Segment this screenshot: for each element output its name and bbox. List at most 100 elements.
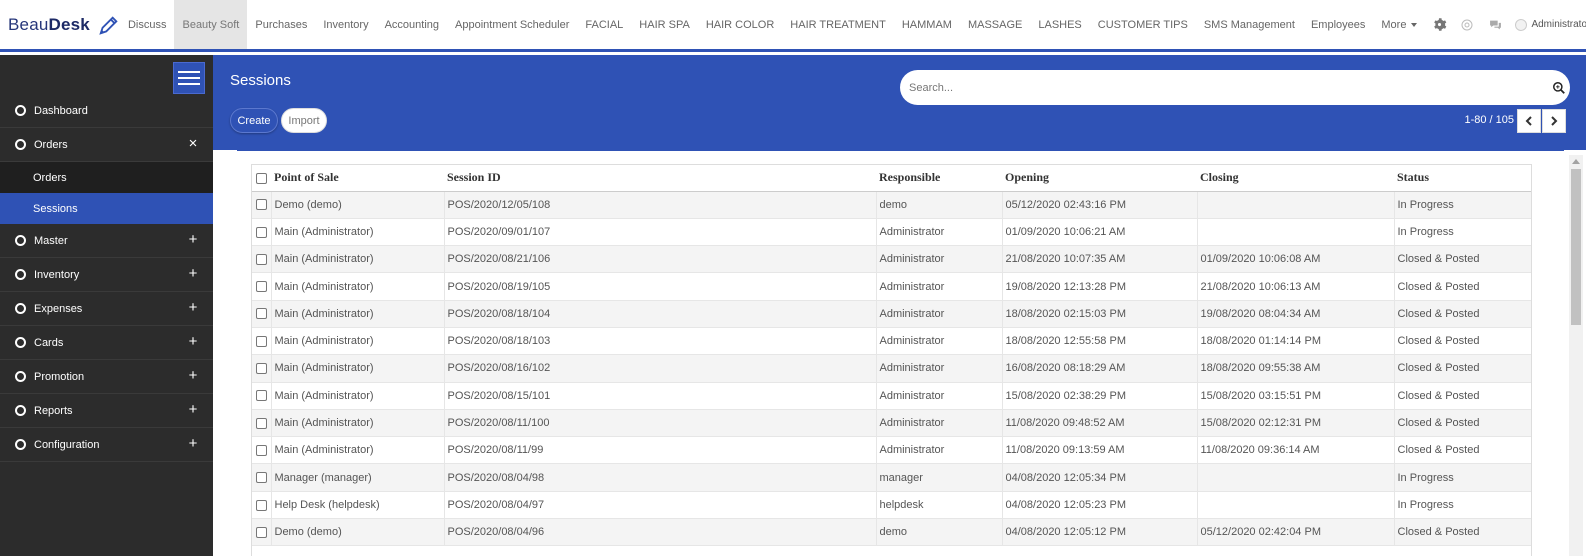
gear-icon[interactable] <box>1425 11 1453 39</box>
sidebar-subitem-orders[interactable]: Orders <box>0 162 213 193</box>
menu-item-facial[interactable]: FACIAL <box>577 0 631 49</box>
table-cell: POS/2020/08/18/104 <box>444 300 877 328</box>
collapse-close-icon[interactable]: × <box>186 136 200 151</box>
chat-icon[interactable] <box>1481 11 1509 39</box>
menu-item-lashes[interactable]: LASHES <box>1030 0 1089 49</box>
menu-item-customer-tips[interactable]: CUSTOMER TIPS <box>1090 0 1196 49</box>
sidebar-subitem-sessions[interactable]: Sessions <box>0 193 213 224</box>
menu-item-beauty-soft[interactable]: Beauty Soft <box>174 0 248 49</box>
row-checkbox[interactable] <box>256 335 267 347</box>
table-row[interactable]: Main (Administrator) POS/2020/08/18/104 Ad… <box>251 300 1531 328</box>
row-checkbox[interactable] <box>256 281 267 293</box>
table-row[interactable]: Main (Administrator) POS/2020/08/11/99 Adm… <box>251 436 1531 465</box>
expand-plus-icon[interactable]: + <box>186 436 200 451</box>
menu-item-inventory[interactable]: Inventory <box>315 0 376 49</box>
row-checkbox[interactable] <box>256 253 267 265</box>
sidebar-nav: Dashboard Orders × Orders Sessions Master + Inv… <box>0 94 213 462</box>
user-menu[interactable]: Administrator <box>1509 18 1586 31</box>
table-row[interactable]: Main (Administrator) POS/2020/08/21/106 Ad… <box>251 245 1531 274</box>
menu-item-appointment-scheduler[interactable]: Appointment Scheduler <box>447 0 577 49</box>
sidebar-item-cards[interactable]: Cards + <box>0 326 213 360</box>
avatar <box>1515 18 1528 31</box>
row-checkbox[interactable] <box>256 444 267 456</box>
menu-item-purchases[interactable]: Purchases <box>247 0 315 49</box>
menu-item-hair-spa[interactable]: HAIR SPA <box>631 0 698 49</box>
table-cell: In Progress <box>1394 218 1531 247</box>
scroll-up-arrow[interactable] <box>1572 159 1580 164</box>
table-header-row: Point of Sale Session ID Responsible Ope… <box>251 164 1531 192</box>
row-checkbox[interactable] <box>256 390 267 402</box>
table-cell: Demo (demo) <box>271 518 445 547</box>
table-row[interactable]: Help Desk (helpdesk) POS/2020/08/04/97 hel… <box>251 491 1531 520</box>
table-row[interactable]: Main (Administrator) POS/2020/09/01/107 Ad… <box>251 218 1531 247</box>
row-checkbox[interactable] <box>256 526 267 538</box>
table-cell: helpdesk <box>876 491 1003 520</box>
import-button[interactable]: Import <box>281 108 327 133</box>
scrollbar[interactable] <box>1569 155 1583 556</box>
table-row[interactable]: Manager (manager) POS/2020/08/04/98 manage… <box>251 463 1531 492</box>
sidebar-item-orders[interactable]: Orders × <box>0 128 213 162</box>
row-checkbox[interactable] <box>256 226 267 238</box>
table-row[interactable]: Main (Administrator) POS/2020/08/18/103 Ad… <box>251 327 1531 356</box>
table-row[interactable]: Main (Administrator) POS/2020/08/19/105 Ad… <box>251 272 1531 301</box>
table-cell: Help Desk (helpdesk) <box>271 491 445 520</box>
column-header[interactable]: Closing <box>1197 164 1394 192</box>
menu-item-hair-color[interactable]: HAIR COLOR <box>698 0 782 49</box>
column-header[interactable]: Session ID <box>444 164 876 192</box>
table-row[interactable]: Main (Administrator) POS/2020/08/16/102 Ad… <box>251 354 1531 383</box>
column-header[interactable]: Status <box>1394 164 1531 192</box>
sidebar-item-dashboard[interactable]: Dashboard <box>0 94 213 128</box>
expand-plus-icon[interactable]: + <box>186 266 200 281</box>
menu-more-dropdown[interactable]: More <box>1373 0 1425 49</box>
expand-plus-icon[interactable]: + <box>186 402 200 417</box>
create-button[interactable]: Create <box>230 108 278 133</box>
sidebar-item-promotion[interactable]: Promotion + <box>0 360 213 394</box>
expand-plus-icon[interactable]: + <box>186 232 200 247</box>
table-cell: 04/08/2020 12:05:34 PM <box>1002 463 1198 492</box>
scroll-thumb[interactable] <box>1571 169 1581 325</box>
hamburger-icon[interactable] <box>173 62 205 94</box>
table-cell: 01/09/2020 10:06:08 AM <box>1197 245 1395 274</box>
pager-next-button[interactable] <box>1542 109 1566 133</box>
select-all-checkbox[interactable] <box>256 172 267 184</box>
row-checkbox[interactable] <box>256 499 267 511</box>
menu-item-sms-management[interactable]: SMS Management <box>1196 0 1303 49</box>
table-cell: 18/08/2020 02:15:03 PM <box>1002 300 1198 328</box>
row-checkbox[interactable] <box>256 363 267 375</box>
column-header[interactable]: Point of Sale <box>271 164 444 192</box>
top-menu: Discuss Beauty Soft Purchases Inventory Acco… <box>120 0 1425 49</box>
search-icon[interactable] <box>1552 81 1566 95</box>
expand-plus-icon[interactable]: + <box>186 300 200 315</box>
menu-item-massage[interactable]: MASSAGE <box>960 0 1030 49</box>
sidebar-item-configuration[interactable]: Configuration + <box>0 428 213 462</box>
app-logo[interactable]: BeauDesk <box>0 0 120 49</box>
pager-previous-button[interactable] <box>1517 109 1541 133</box>
table-row[interactable]: Main (Administrator) POS/2020/08/11/100 Ad… <box>251 409 1531 438</box>
menu-item-hair-treatment[interactable]: HAIR TREATMENT <box>782 0 894 49</box>
row-checkbox[interactable] <box>256 308 267 320</box>
table-cell: Main (Administrator) <box>271 272 445 301</box>
table-cell: Closed & Posted <box>1394 518 1531 547</box>
sidebar-item-inventory[interactable]: Inventory + <box>0 258 213 292</box>
expand-plus-icon[interactable]: + <box>186 368 200 383</box>
table-row[interactable]: Demo (demo) POS/2020/08/04/96 demo 04/08/20… <box>251 518 1531 547</box>
at-icon[interactable] <box>1453 11 1481 39</box>
table-row[interactable]: Demo (demo) POS/2020/12/05/108 demo 05/12/2… <box>251 191 1531 219</box>
expand-plus-icon[interactable]: + <box>186 334 200 349</box>
sidebar-item-reports[interactable]: Reports + <box>0 394 213 428</box>
column-header[interactable]: Opening <box>1002 164 1197 192</box>
menu-item-discuss[interactable]: Discuss <box>120 0 175 49</box>
menu-item-accounting[interactable]: Accounting <box>377 0 447 49</box>
table-cell: Closed & Posted <box>1394 245 1531 274</box>
sessions-table: Point of Sale Session ID Responsible Ope… <box>251 164 1531 547</box>
table-row[interactable]: Main (Administrator) POS/2020/08/15/101 Ad… <box>251 382 1531 410</box>
row-checkbox[interactable] <box>256 417 267 429</box>
sidebar-item-expenses[interactable]: Expenses + <box>0 292 213 326</box>
sidebar-item-master[interactable]: Master + <box>0 224 213 258</box>
menu-item-hammam[interactable]: HAMMAM <box>894 0 960 49</box>
search-input[interactable] <box>909 81 1529 94</box>
menu-item-employees[interactable]: Employees <box>1303 0 1373 49</box>
row-checkbox[interactable] <box>256 199 267 211</box>
column-header[interactable]: Responsible <box>876 164 1002 192</box>
row-checkbox[interactable] <box>256 472 267 484</box>
